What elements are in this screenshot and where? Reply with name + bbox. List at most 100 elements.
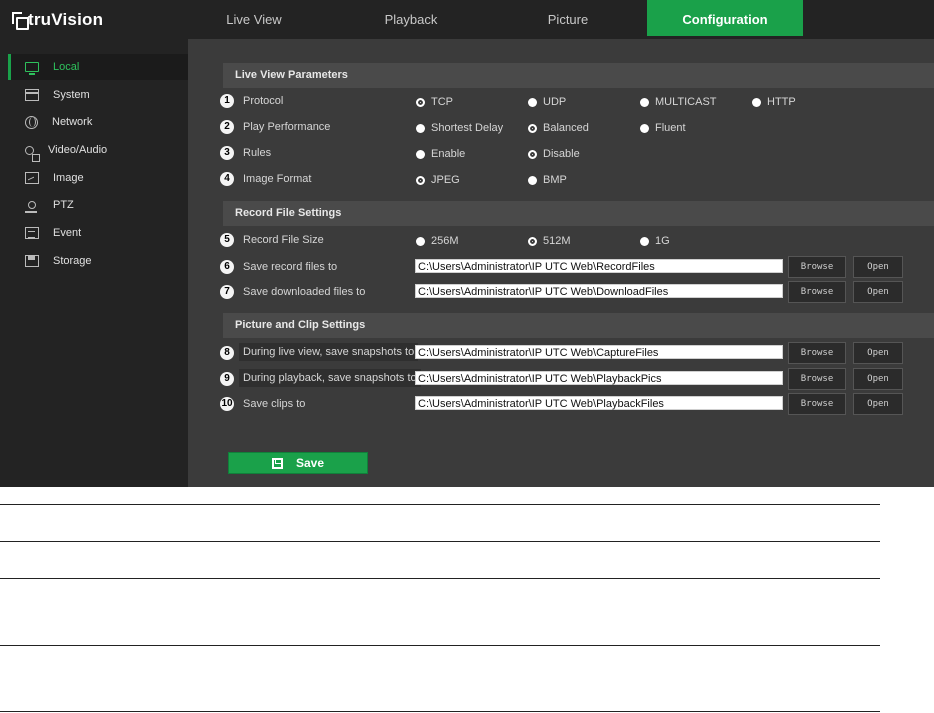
capture-files-path-field[interactable]: C:\Users\Administrator\IP UTC Web\Captur… bbox=[415, 345, 783, 359]
sidebar-item-label: Storage bbox=[53, 255, 92, 267]
tab-configuration[interactable]: Configuration bbox=[647, 0, 803, 36]
table-rule bbox=[0, 578, 880, 579]
sidebar-item-ptz[interactable]: PTZ bbox=[8, 192, 188, 218]
playback-files-path-field[interactable]: C:\Users\Administrator\IP UTC Web\Playba… bbox=[415, 396, 783, 410]
radio-selected-icon bbox=[528, 149, 537, 159]
radio-selected-icon bbox=[528, 236, 537, 246]
sidebar-item-storage[interactable]: Storage bbox=[8, 248, 188, 274]
downloaded-files-path-field[interactable]: C:\Users\Administrator\IP UTC Web\Downlo… bbox=[415, 284, 783, 298]
playback-files-open-button[interactable]: Open bbox=[853, 393, 903, 415]
playback-snapshots-label: During playback, save snapshots to bbox=[239, 369, 421, 387]
sidebar-item-label: Network bbox=[52, 116, 93, 128]
size-256m-radio[interactable]: 256M bbox=[416, 234, 459, 248]
sidebar-item-network[interactable]: Network bbox=[8, 109, 188, 135]
callout-number: 3 bbox=[220, 146, 234, 160]
callout-number: 2 bbox=[220, 120, 234, 134]
sidebar-item-local[interactable]: Local bbox=[8, 54, 191, 80]
playback-files-browse-button[interactable]: Browse bbox=[788, 393, 846, 415]
configuration-panel: Live View Parameters 1 Protocol TCP UDP … bbox=[188, 39, 934, 487]
rules-disable-radio[interactable]: Disable bbox=[528, 147, 580, 161]
app-window: truVision Live View Playback Picture Con… bbox=[0, 0, 934, 487]
protocol-udp-radio[interactable]: UDP bbox=[528, 95, 566, 109]
sidebar-item-label: Event bbox=[53, 227, 82, 239]
sidebar-item-label: Image bbox=[53, 172, 84, 184]
save-button-label: Save bbox=[295, 456, 325, 470]
protocol-tcp-radio[interactable]: TCP bbox=[416, 95, 453, 109]
protocol-label: Protocol bbox=[243, 95, 284, 107]
brand-logo: truVision bbox=[12, 9, 103, 31]
record-files-browse-button[interactable]: Browse bbox=[788, 256, 846, 278]
logo-text: truVision bbox=[28, 10, 104, 29]
section-picture-clip-settings: Picture and Clip Settings bbox=[223, 313, 934, 338]
sidebar-item-label: Local bbox=[53, 61, 80, 73]
rules-row: 3 Rules Enable Disable bbox=[188, 143, 934, 165]
top-navigation-bar: truVision Live View Playback Picture Con… bbox=[0, 0, 934, 39]
playback-pics-path-field[interactable]: C:\Users\Administrator\IP UTC Web\Playba… bbox=[415, 371, 783, 385]
radio-icon bbox=[416, 236, 425, 246]
callout-number: 8 bbox=[220, 346, 234, 360]
save-record-files-label: Save record files to bbox=[243, 261, 338, 273]
radio-icon bbox=[640, 236, 649, 246]
tab-picture[interactable]: Picture bbox=[502, 0, 634, 36]
play-performance-row: 2 Play Performance Shortest Delay Balanc… bbox=[188, 117, 934, 139]
radio-icon bbox=[528, 97, 537, 107]
record-files-path-field[interactable]: C:\Users\Administrator\IP UTC Web\Record… bbox=[415, 259, 783, 273]
play-performance-label: Play Performance bbox=[243, 121, 331, 133]
sidebar-item-event[interactable]: Event bbox=[8, 220, 188, 246]
callout-number: 10 bbox=[220, 397, 234, 411]
radio-icon bbox=[416, 149, 425, 159]
rules-enable-radio[interactable]: Enable bbox=[416, 147, 465, 161]
image-format-row: 4 Image Format JPEG BMP bbox=[188, 169, 934, 191]
sidebar-item-system[interactable]: System bbox=[8, 82, 188, 108]
downloaded-files-open-button[interactable]: Open bbox=[853, 281, 903, 303]
shortest-delay-radio[interactable]: Shortest Delay bbox=[416, 121, 503, 135]
window-icon bbox=[25, 89, 39, 101]
radio-selected-icon bbox=[416, 175, 425, 185]
radio-icon bbox=[640, 123, 649, 133]
playback-snapshots-row: 9 During playback, save snapshots to C:\… bbox=[188, 368, 934, 391]
downloaded-files-browse-button[interactable]: Browse bbox=[788, 281, 846, 303]
radio-icon bbox=[752, 97, 761, 107]
callout-number: 4 bbox=[220, 172, 234, 186]
save-clips-label: Save clips to bbox=[243, 398, 306, 410]
bmp-radio[interactable]: BMP bbox=[528, 173, 567, 187]
table-rule bbox=[0, 541, 880, 542]
table-rule bbox=[0, 645, 880, 646]
sidebar-item-label: PTZ bbox=[53, 199, 74, 211]
record-file-size-row: 5 Record File Size 256M 512M 1G bbox=[188, 230, 934, 252]
radio-icon bbox=[640, 97, 649, 107]
callout-number: 9 bbox=[220, 372, 234, 386]
save-icon bbox=[271, 457, 283, 469]
protocol-row: 1 Protocol TCP UDP MULTICAST HTTP bbox=[188, 91, 934, 113]
sidebar-item-image[interactable]: Image bbox=[8, 165, 188, 191]
ptz-icon bbox=[25, 201, 37, 213]
save-record-files-row: 6 Save record files to C:\Users\Administ… bbox=[188, 256, 934, 279]
capture-files-browse-button[interactable]: Browse bbox=[788, 342, 846, 364]
radio-icon bbox=[528, 175, 537, 185]
tab-live-view[interactable]: Live View bbox=[188, 0, 320, 36]
table-rule bbox=[0, 504, 880, 505]
storage-icon bbox=[25, 255, 39, 267]
sidebar-item-label: Video/Audio bbox=[48, 144, 108, 156]
radio-selected-icon bbox=[528, 123, 537, 133]
protocol-http-radio[interactable]: HTTP bbox=[752, 95, 796, 109]
live-snapshots-label: During live view, save snapshots to bbox=[239, 343, 419, 361]
capture-files-open-button[interactable]: Open bbox=[853, 342, 903, 364]
size-1g-radio[interactable]: 1G bbox=[640, 234, 670, 248]
sidebar-item-video-audio[interactable]: Video/Audio bbox=[8, 137, 188, 163]
jpeg-radio[interactable]: JPEG bbox=[416, 173, 460, 187]
playback-pics-browse-button[interactable]: Browse bbox=[788, 368, 846, 390]
event-icon bbox=[25, 227, 39, 239]
save-button[interactable]: Save bbox=[228, 452, 368, 474]
protocol-multicast-radio[interactable]: MULTICAST bbox=[640, 95, 717, 109]
record-files-open-button[interactable]: Open bbox=[853, 256, 903, 278]
rules-label: Rules bbox=[243, 147, 272, 159]
callout-number: 7 bbox=[220, 285, 234, 299]
size-512m-radio[interactable]: 512M bbox=[528, 234, 571, 248]
playback-pics-open-button[interactable]: Open bbox=[853, 368, 903, 390]
callout-number: 5 bbox=[220, 233, 234, 247]
callout-number: 1 bbox=[220, 94, 234, 108]
balanced-radio[interactable]: Balanced bbox=[528, 121, 589, 135]
tab-playback[interactable]: Playback bbox=[345, 0, 477, 36]
fluent-radio[interactable]: Fluent bbox=[640, 121, 686, 135]
